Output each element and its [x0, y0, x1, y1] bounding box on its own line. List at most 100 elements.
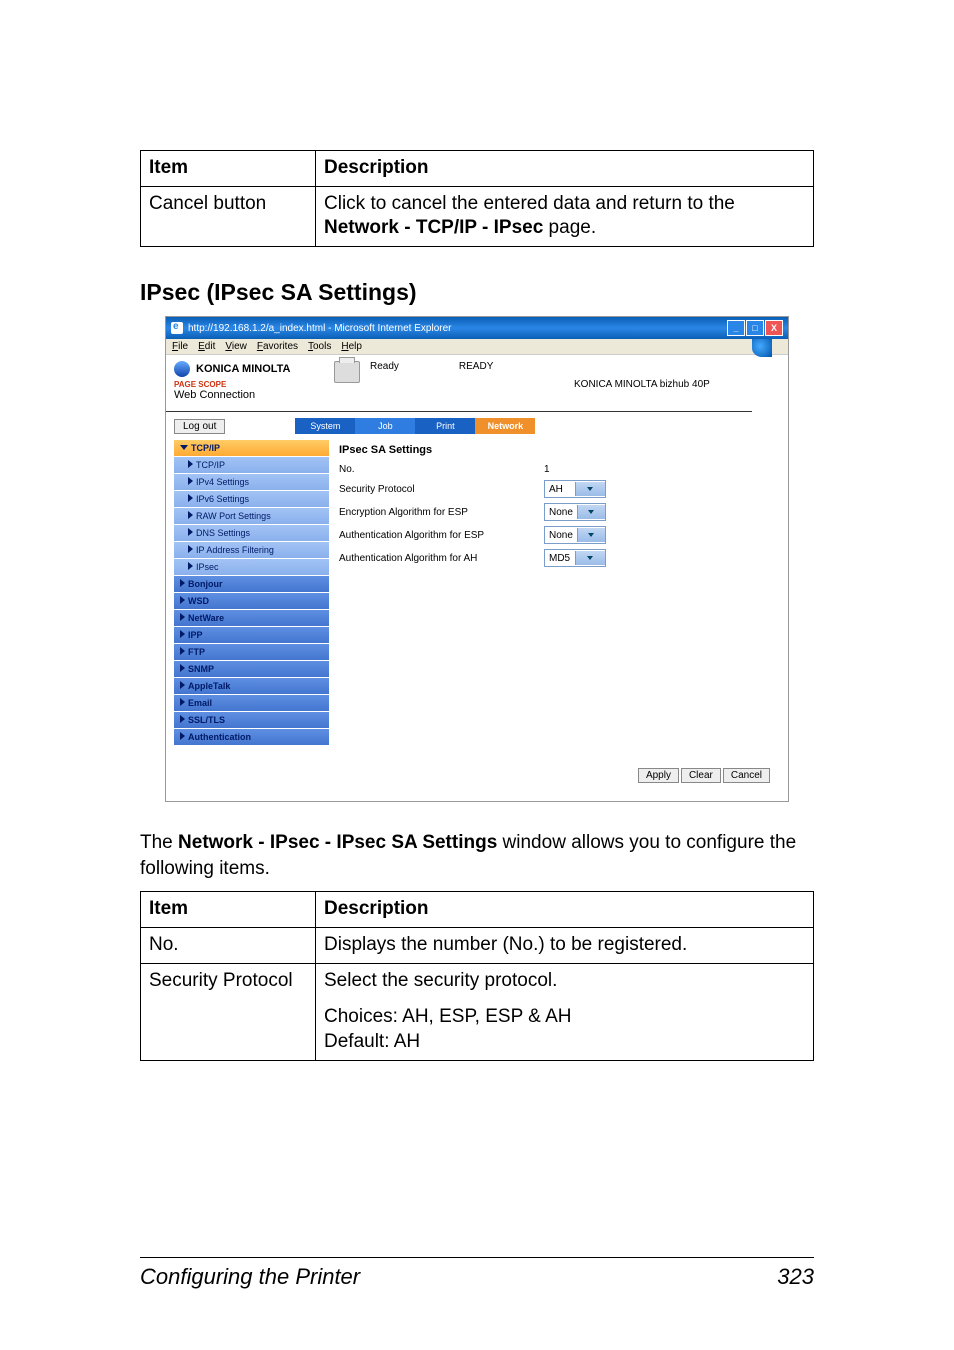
model-name: KONICA MINOLTA bizhub 40P — [574, 361, 744, 401]
t1-h2: Description — [316, 151, 814, 187]
window-titlebar: http://192.168.1.2/a_index.html - Micros… — [166, 317, 788, 339]
arrow-icon — [180, 715, 185, 723]
arrow-icon — [188, 477, 193, 485]
sidebar-item[interactable]: IPv6 Settings — [174, 491, 329, 508]
arrow-icon — [180, 445, 188, 450]
status-ready-caps: READY — [459, 361, 493, 372]
description: The Network - IPsec - IPsec SA Settings … — [140, 830, 814, 881]
sidebar-item[interactable]: IPsec — [174, 559, 329, 576]
ie-logo-icon — [752, 339, 772, 357]
sidebar-item[interactable]: Authentication — [174, 729, 329, 746]
tab-job[interactable]: Job — [355, 418, 415, 434]
menu-item[interactable]: Favorites — [257, 341, 298, 352]
window-controls[interactable]: _□X — [727, 320, 783, 336]
pagescope-label: PAGE SCOPE — [174, 381, 334, 389]
t1-item: Cancel button — [141, 186, 316, 246]
sidebar-item[interactable]: Bonjour — [174, 576, 329, 593]
chevron-down-icon[interactable] — [575, 482, 606, 496]
menu-item[interactable]: View — [225, 341, 247, 352]
form-label: No. — [339, 464, 524, 475]
table-cancel: ItemDescription Cancel buttonClick to ca… — [140, 150, 814, 247]
arrow-icon — [188, 511, 193, 519]
sidebar-item[interactable]: AppleTalk — [174, 678, 329, 695]
close-icon: X — [765, 320, 783, 336]
sidebar[interactable]: TCP/IPTCP/IPIPv4 SettingsIPv6 SettingsRA… — [174, 440, 329, 746]
sidebar-item[interactable]: NetWare — [174, 610, 329, 627]
form-label: Authentication Algorithm for AH — [339, 553, 524, 564]
arrow-icon — [188, 494, 193, 502]
form-row: No. 1 — [339, 464, 770, 475]
chevron-down-icon[interactable] — [575, 551, 606, 565]
sidebar-item[interactable]: DNS Settings — [174, 525, 329, 542]
tab-system[interactable]: System — [295, 418, 355, 434]
section-heading: IPsec (IPsec SA Settings) — [140, 279, 814, 306]
tab-print[interactable]: Print — [415, 418, 475, 434]
form-label: Authentication Algorithm for ESP — [339, 530, 524, 541]
tab-network[interactable]: Network — [475, 418, 535, 434]
window-title: http://192.168.1.2/a_index.html - Micros… — [188, 323, 451, 334]
arrow-icon — [188, 545, 193, 553]
ie-icon — [171, 322, 183, 334]
apply-button[interactable]: Apply — [638, 768, 679, 783]
clear-button[interactable]: Clear — [681, 768, 721, 783]
form-label: Security Protocol — [339, 484, 524, 495]
page-footer: Configuring the Printer 323 — [140, 1257, 814, 1290]
menu-item[interactable]: Tools — [308, 341, 331, 352]
form-row: Encryption Algorithm for ESP None — [339, 503, 770, 521]
status-ready: Ready — [370, 361, 399, 372]
t1-desc: Click to cancel the entered data and ret… — [316, 186, 814, 246]
sidebar-item[interactable]: TCP/IP — [174, 440, 329, 457]
t2-h2: Description — [316, 892, 814, 928]
sidebar-item[interactable]: Email — [174, 695, 329, 712]
select-field[interactable]: AH — [544, 480, 606, 498]
sidebar-item[interactable]: SSL/TLS — [174, 712, 329, 729]
sidebar-item[interactable]: IPP — [174, 627, 329, 644]
sidebar-item[interactable]: IP Address Filtering — [174, 542, 329, 559]
page-number: 323 — [777, 1264, 814, 1290]
button-row: ApplyClearCancel — [166, 754, 788, 801]
sidebar-item[interactable]: FTP — [174, 644, 329, 661]
select-field[interactable]: MD5 — [544, 549, 606, 567]
sidebar-item[interactable]: WSD — [174, 593, 329, 610]
form-label: Encryption Algorithm for ESP — [339, 507, 524, 518]
arrow-icon — [180, 698, 185, 706]
table-row: No.Displays the number (No.) to be regis… — [141, 928, 814, 964]
sidebar-item[interactable]: SNMP — [174, 661, 329, 678]
table-row: Cancel buttonClick to cancel the entered… — [141, 186, 814, 246]
sidebar-item[interactable]: IPv4 Settings — [174, 474, 329, 491]
logout-button[interactable]: Log out — [174, 419, 225, 434]
arrow-icon — [188, 528, 193, 536]
menu-item[interactable]: Edit — [198, 341, 215, 352]
menubar[interactable]: File Edit View Favorites Tools Help — [166, 339, 788, 355]
brand-name: KONICA MINOLTA — [196, 363, 291, 375]
t2-h1: Item — [141, 892, 316, 928]
printer-icon — [334, 361, 360, 383]
arrow-icon — [180, 630, 185, 638]
arrow-icon — [180, 664, 185, 672]
tabs[interactable]: System Job Print Network — [295, 418, 535, 434]
arrow-icon — [180, 596, 185, 604]
chevron-down-icon[interactable] — [577, 505, 605, 519]
select-field[interactable]: None — [544, 526, 606, 544]
brand-icon — [174, 361, 190, 377]
minimize-icon: _ — [727, 320, 745, 336]
sidebar-item[interactable]: RAW Port Settings — [174, 508, 329, 525]
menu-item[interactable]: File — [172, 341, 188, 352]
t1-h1: Item — [141, 151, 316, 187]
maximize-icon: □ — [746, 320, 764, 336]
screenshot: http://192.168.1.2/a_index.html - Micros… — [165, 316, 789, 802]
form-value: 1 — [544, 464, 550, 475]
arrow-icon — [180, 732, 185, 740]
table-items: ItemDescription No.Displays the number (… — [140, 891, 814, 1060]
arrow-icon — [180, 681, 185, 689]
arrow-icon — [180, 579, 185, 587]
cancel-button[interactable]: Cancel — [723, 768, 770, 783]
arrow-icon — [188, 562, 193, 570]
chevron-down-icon[interactable] — [577, 528, 605, 542]
arrow-icon — [180, 613, 185, 621]
form-row: Authentication Algorithm for AH MD5 — [339, 549, 770, 567]
select-field[interactable]: None — [544, 503, 606, 521]
menu-item[interactable]: Help — [341, 341, 362, 352]
footer-title: Configuring the Printer — [140, 1264, 360, 1290]
sidebar-item[interactable]: TCP/IP — [174, 457, 329, 474]
